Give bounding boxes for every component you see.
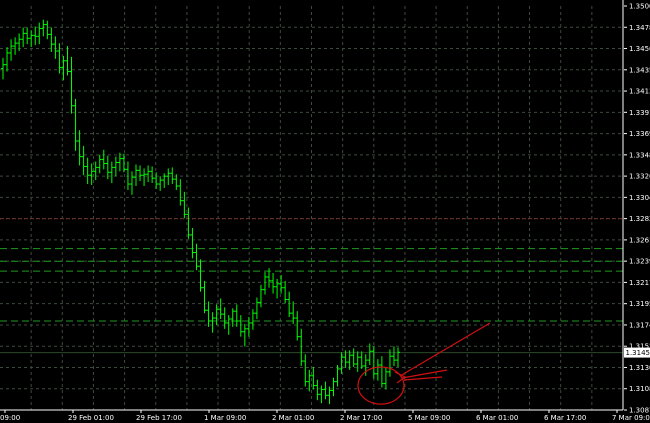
x-tick-label: 09:00 bbox=[0, 414, 20, 422]
y-tick-label: 1.33915 bbox=[629, 109, 650, 117]
y-tick-label: 1.34350 bbox=[629, 66, 650, 74]
y-tick-label: 1.33045 bbox=[629, 194, 650, 202]
axes: 1.35000 1.34785 1.34565 1.34350 1.34130 1.339… bbox=[0, 0, 650, 422]
price-chart: 1.35000 1.34785 1.34565 1.34350 1.34130 1.339… bbox=[0, 0, 650, 423]
price-chart-canvas: 1.35000 1.34785 1.34565 1.34350 1.34130 1.339… bbox=[0, 0, 650, 422]
x-tick-label: 29 Feb 17:00 bbox=[136, 414, 182, 422]
y-tick-label: 1.32825 bbox=[629, 215, 650, 223]
y-tick-label: 1.34565 bbox=[629, 45, 650, 53]
x-tick-label: 2 Mar 01:00 bbox=[272, 414, 314, 422]
current-price-label: 1.31457 bbox=[626, 349, 650, 357]
x-tick-label: 29 Feb 01:00 bbox=[68, 414, 114, 422]
y-tick-label: 1.35000 bbox=[629, 3, 650, 11]
y-tick-label: 1.32175 bbox=[629, 279, 650, 287]
y-tick-label: 1.33480 bbox=[629, 151, 650, 159]
y-tick-label: 1.32610 bbox=[629, 236, 650, 244]
grid bbox=[0, 6, 623, 410]
x-tick-label: 1 Mar 09:00 bbox=[204, 414, 246, 422]
x-tick-label: 6 Mar 17:00 bbox=[544, 414, 586, 422]
y-tick-label: 1.32390 bbox=[629, 258, 650, 266]
x-tick-label: 7 Mar 09:00 bbox=[612, 414, 650, 422]
y-tick-label: 1.31085 bbox=[629, 385, 650, 393]
annotation-arrow bbox=[399, 322, 491, 377]
y-tick-label: 1.34130 bbox=[629, 88, 650, 96]
y-tick-label: 1.31955 bbox=[629, 300, 650, 308]
x-tick-label: 6 Mar 01:00 bbox=[476, 414, 518, 422]
y-tick-label: 1.33260 bbox=[629, 173, 650, 181]
x-tick-label: 5 Mar 09:00 bbox=[408, 414, 450, 422]
y-tick-label: 1.31305 bbox=[629, 364, 650, 372]
y-tick-label: 1.33695 bbox=[629, 130, 650, 138]
x-tick-label: 2 Mar 17:00 bbox=[340, 414, 382, 422]
y-tick-label: 1.31740 bbox=[629, 321, 650, 329]
y-tick-label: 1.34785 bbox=[629, 24, 650, 32]
